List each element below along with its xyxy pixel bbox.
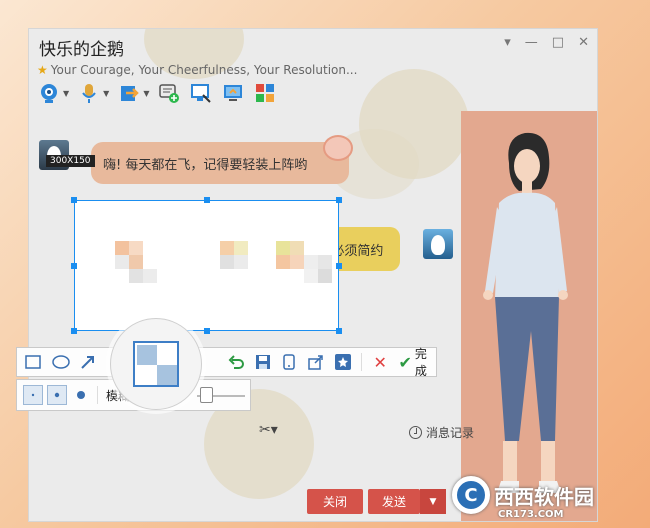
favorite-star-icon[interactable] [334,353,351,371]
screen-share-icon [189,81,213,105]
done-button[interactable]: ✔ 完成 [398,345,435,379]
create-discussion-button[interactable] [157,81,181,105]
scissors-icon[interactable]: ✂▾ [259,422,278,438]
screenshot-toolbar: ✕ ✔ 完成 [16,345,437,379]
chevron-down-icon[interactable]: ▼ [63,89,69,98]
send-options-dropdown[interactable]: ▼ [420,489,446,514]
signature-line: ★ Your Courage, Your Cheerfulness, Your … [37,63,357,77]
screenshot-selection-area[interactable] [74,200,339,331]
phone-send-icon[interactable] [281,353,298,371]
done-label: 完成 [414,347,427,378]
brush-size-medium[interactable] [47,385,67,405]
message-history-label: 消息记录 [426,426,475,440]
signature-text: Your Courage, Your Cheerfulness, Your Re… [50,63,358,77]
resize-handle[interactable] [71,197,77,203]
brush-size-large[interactable] [71,385,91,405]
video-call-button[interactable]: ▼ [37,81,69,105]
ellipse-tool-icon[interactable] [51,353,70,371]
share-icon[interactable] [308,353,325,371]
maximize-icon[interactable]: □ [552,35,564,50]
incoming-message-text: 嗨! 每天都在飞，记得要轻装上阵哟 [103,158,308,173]
star-icon: ★ [37,63,48,77]
resize-handle[interactable] [336,197,342,203]
pig-bubble-decoration-icon [323,135,353,161]
remote-desktop-button[interactable] [221,81,245,105]
cancel-icon[interactable]: ✕ [372,353,389,372]
save-icon[interactable] [254,353,271,371]
contact-showcase-panel [461,111,597,521]
apps-icon [253,81,277,105]
camera-icon [37,81,61,105]
undo-icon[interactable] [228,353,245,371]
watermark-logo-icon: C [452,476,490,514]
remote-desktop-icon [221,81,245,105]
mosaic-tool-magnifier[interactable] [110,318,202,410]
resize-handle[interactable] [204,328,210,334]
resize-handle[interactable] [204,197,210,203]
chevron-down-icon[interactable]: ▼ [143,89,149,98]
dropdown-menu-icon[interactable]: ▾ [504,35,511,50]
message-add-icon [157,81,181,105]
mic-icon [77,81,101,105]
resize-handle[interactable] [336,328,342,334]
arrow-tool-icon[interactable] [80,353,97,371]
options-divider [97,386,98,404]
incoming-message-bubble: 嗨! 每天都在飞，记得要轻装上阵哟 [91,142,349,184]
brush-size-small[interactable] [23,385,43,405]
close-button[interactable]: 关闭 [307,489,363,514]
resize-handle[interactable] [336,263,342,269]
checkmark-icon: ✔ [398,352,412,372]
voice-call-button[interactable]: ▼ [77,81,109,105]
chat-toolbar: ▼ ▼ ▼ [37,81,277,105]
file-transfer-icon [117,81,141,105]
my-avatar[interactable] [423,229,453,259]
file-transfer-button[interactable]: ▼ [117,81,149,105]
window-title: 快乐的企鹅 [39,40,124,60]
apps-button[interactable] [253,81,277,105]
chevron-down-icon: ▼ [429,496,437,507]
rectangle-tool-icon[interactable] [25,353,42,371]
screen-share-button[interactable] [189,81,213,105]
watermark-url: CR173.COM [498,509,564,520]
mosaic-tool-icon [133,341,179,387]
chevron-down-icon[interactable]: ▼ [103,89,109,98]
selection-size-label: 300X150 [46,155,95,167]
woman-illustration [483,132,568,493]
close-icon[interactable]: ✕ [578,35,589,50]
send-button[interactable]: 发送 [368,489,420,514]
toolbar-divider [360,353,362,371]
watermark-brand: 西西软件园 [494,484,594,509]
resize-handle[interactable] [71,328,77,334]
clock-icon [409,426,422,439]
message-history-button[interactable]: 消息记录 [409,424,474,441]
window-controls: ▾ — □ ✕ [504,35,589,50]
minimize-icon[interactable]: — [525,35,538,50]
blur-slider-knob[interactable] [200,387,213,403]
resize-handle[interactable] [71,263,77,269]
